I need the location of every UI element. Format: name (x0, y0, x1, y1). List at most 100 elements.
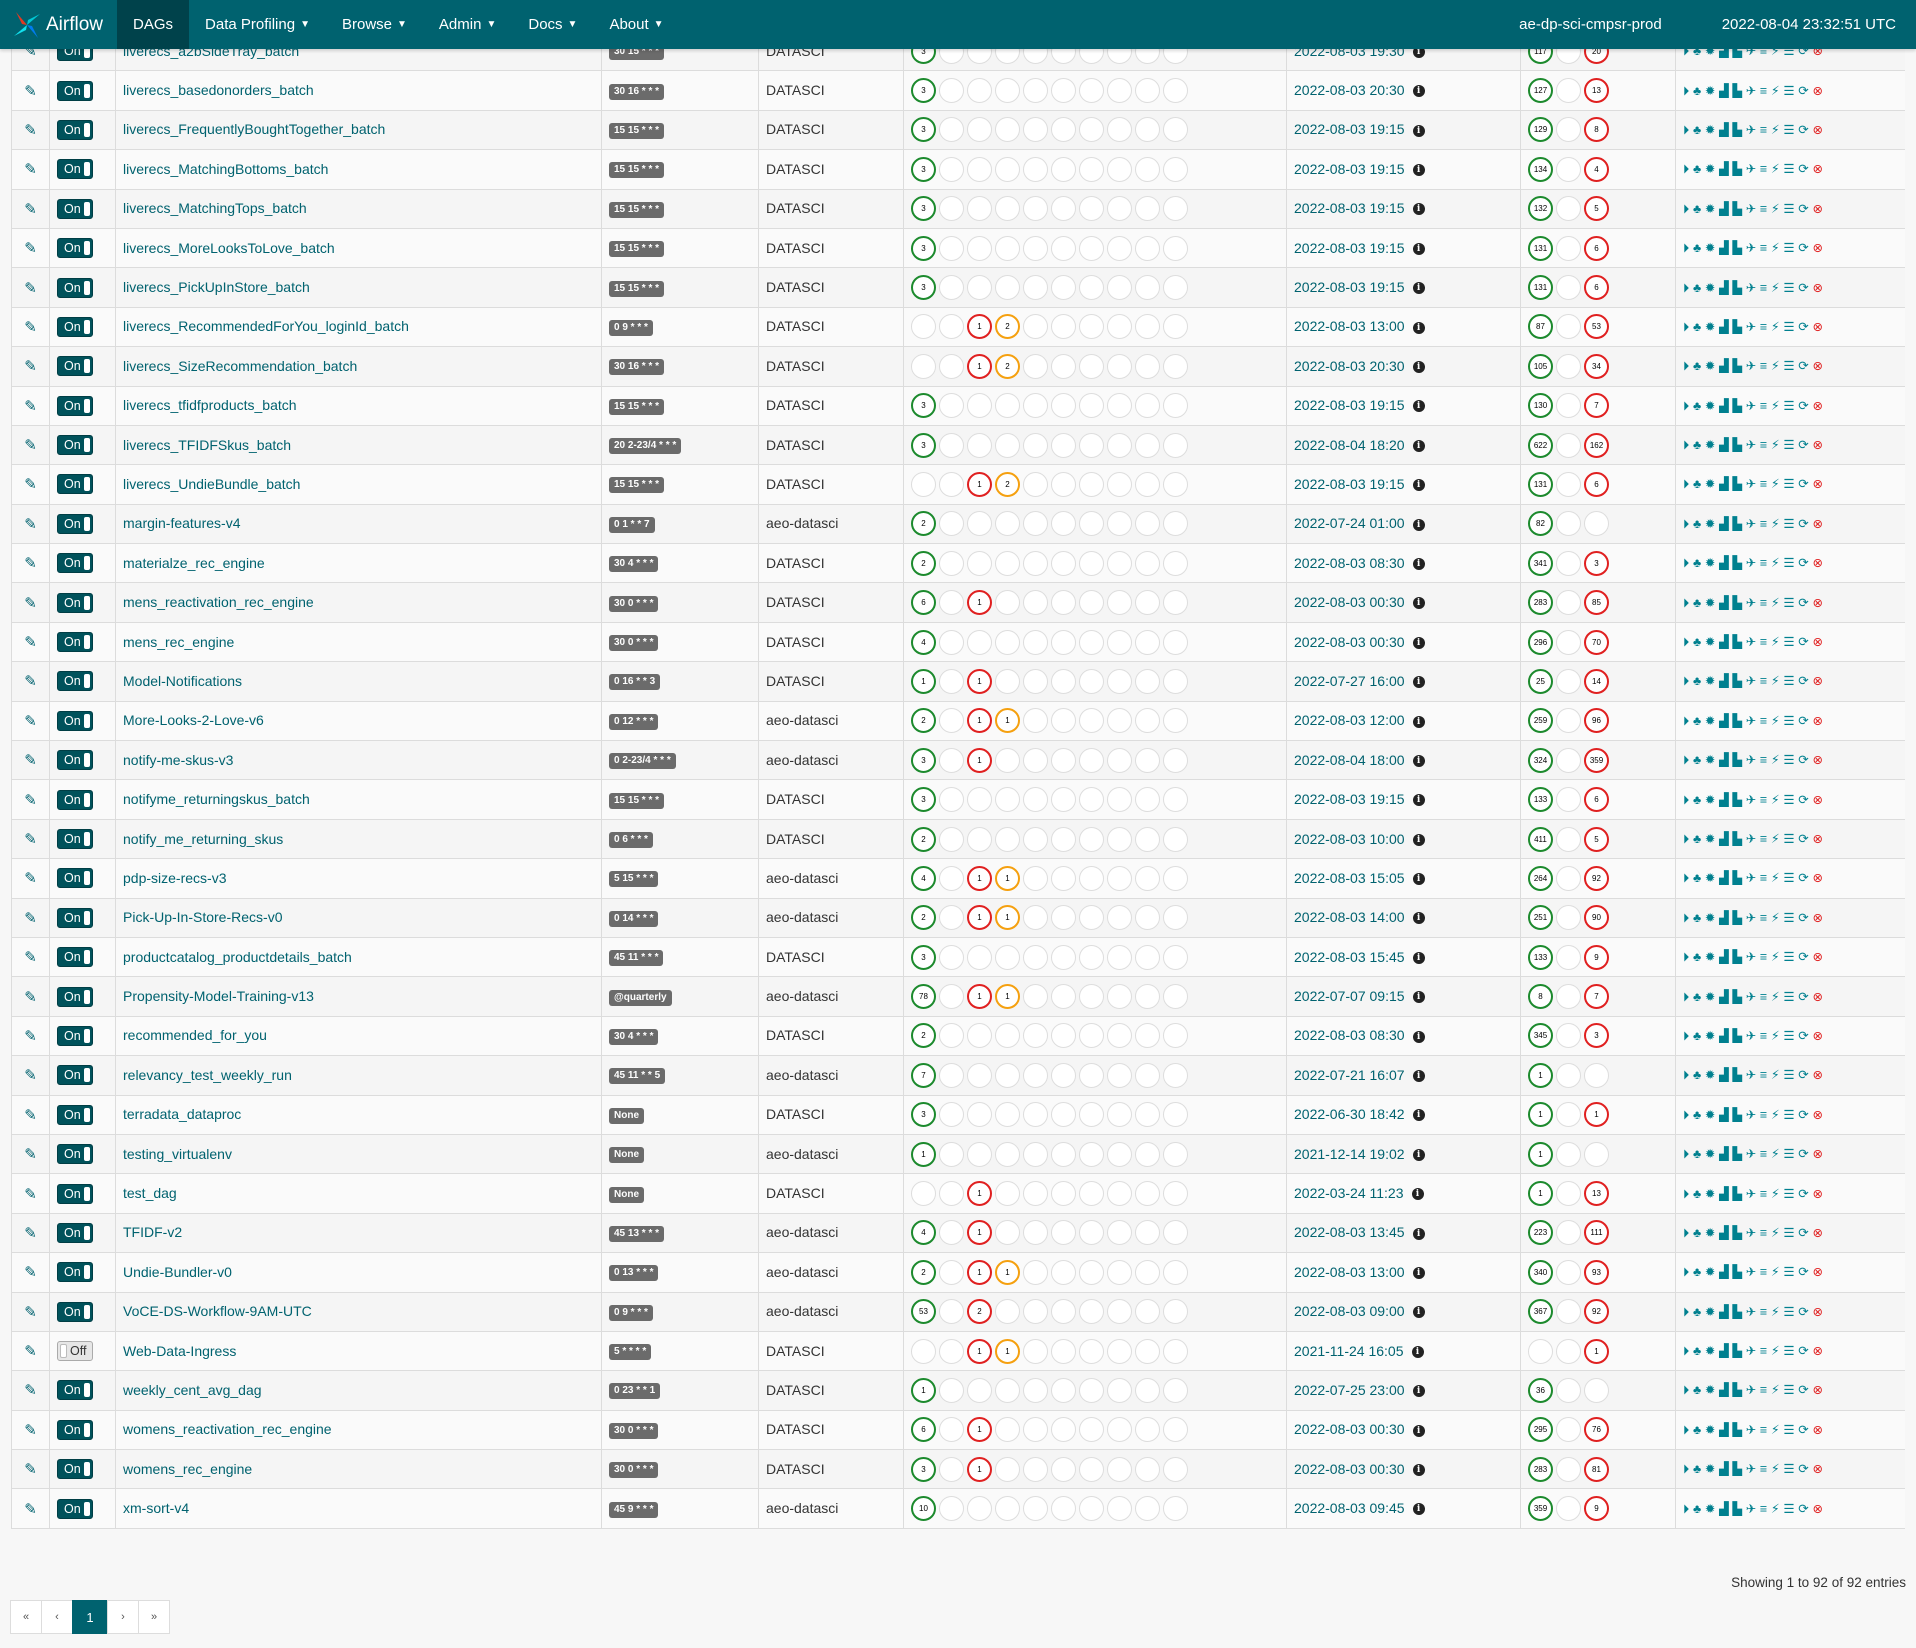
state-circle[interactable]: 162 (1584, 432, 1609, 458)
tree-view-icon[interactable]: ♣ (1693, 911, 1701, 925)
state-circle[interactable]: 3 (911, 393, 936, 419)
landing-times-icon[interactable]: ✈ (1746, 240, 1757, 255)
logs-icon[interactable]: ☰ (1783, 1501, 1794, 1516)
task-duration-icon[interactable]: ▟ (1719, 1067, 1729, 1082)
info-icon[interactable]: i (1412, 794, 1425, 807)
edit-dag-icon[interactable]: ✎ (24, 1066, 37, 1084)
task-duration-icon[interactable]: ▟ (1719, 713, 1729, 728)
info-icon[interactable]: i (1412, 85, 1425, 98)
gantt-icon[interactable]: ≡ (1760, 1187, 1768, 1201)
task-tries-icon[interactable]: ▙ (1732, 1028, 1742, 1043)
task-tries-icon[interactable]: ▙ (1732, 1422, 1742, 1437)
task-tries-icon[interactable]: ▙ (1732, 1343, 1742, 1358)
task-duration-icon[interactable]: ▟ (1719, 1146, 1729, 1161)
code-icon[interactable]: ⚡ (1771, 713, 1780, 728)
edit-dag-icon[interactable]: ✎ (24, 909, 37, 927)
dag-name-link[interactable]: pdp-size-recs-v3 (123, 870, 226, 886)
graph-view-icon[interactable]: ✹ (1705, 792, 1716, 807)
dag-pause-toggle[interactable]: On (57, 750, 93, 771)
task-tries-icon[interactable]: ▙ (1732, 122, 1742, 137)
logs-icon[interactable]: ☰ (1783, 83, 1794, 98)
trigger-dag-icon[interactable]: ⏵ (1683, 753, 1689, 768)
task-tries-icon[interactable]: ▙ (1732, 634, 1742, 649)
last-run-link[interactable]: 2022-03-24 11:23 (1294, 1185, 1404, 1201)
dag-name-link[interactable]: liverecs_PickUpInStore_batch (123, 279, 310, 295)
code-icon[interactable]: ⚡ (1771, 319, 1780, 334)
refresh-icon[interactable]: ⟳ (1798, 1422, 1809, 1437)
landing-times-icon[interactable]: ✈ (1746, 516, 1757, 531)
edit-dag-icon[interactable]: ✎ (24, 869, 37, 887)
refresh-icon[interactable]: ⟳ (1798, 437, 1809, 452)
gantt-icon[interactable]: ≡ (1760, 281, 1768, 295)
state-circle[interactable]: 3 (911, 944, 936, 970)
delete-dag-icon[interactable]: ⊗ (1812, 280, 1823, 295)
trigger-dag-icon[interactable]: ⏵ (1683, 1108, 1689, 1123)
state-circle[interactable]: 76 (1584, 1417, 1609, 1443)
logs-icon[interactable]: ☰ (1783, 1067, 1794, 1082)
refresh-icon[interactable]: ⟳ (1798, 83, 1809, 98)
refresh-icon[interactable]: ⟳ (1798, 910, 1809, 925)
edit-dag-icon[interactable]: ✎ (24, 239, 37, 257)
dag-pause-toggle[interactable]: On (57, 986, 93, 1007)
task-duration-icon[interactable]: ▟ (1719, 1501, 1729, 1516)
graph-view-icon[interactable]: ✹ (1705, 516, 1716, 531)
graph-view-icon[interactable]: ✹ (1705, 989, 1716, 1004)
info-icon[interactable]: i (1412, 715, 1425, 728)
edit-dag-icon[interactable]: ✎ (24, 1303, 37, 1321)
last-run-link[interactable]: 2022-08-03 10:00 (1294, 831, 1405, 847)
edit-dag-icon[interactable]: ✎ (24, 515, 37, 533)
trigger-dag-icon[interactable]: ⏵ (1683, 674, 1689, 689)
dag-name-link[interactable]: liverecs_MoreLooksToLove_batch (123, 240, 335, 256)
last-run-link[interactable]: 2022-08-03 08:30 (1294, 555, 1405, 571)
dag-pause-toggle[interactable]: On (57, 632, 93, 653)
dag-name-link[interactable]: testing_virtualenv (123, 1146, 232, 1162)
trigger-dag-icon[interactable]: ⏵ (1683, 359, 1689, 374)
edit-dag-icon[interactable]: ✎ (24, 1500, 37, 1518)
state-circle[interactable]: 295 (1528, 1417, 1553, 1443)
edit-dag-icon[interactable]: ✎ (24, 1185, 37, 1203)
task-tries-icon[interactable]: ▙ (1732, 595, 1742, 610)
last-run-link[interactable]: 2022-08-03 00:30 (1294, 634, 1405, 650)
delete-dag-icon[interactable]: ⊗ (1812, 1501, 1823, 1516)
trigger-dag-icon[interactable]: ⏵ (1683, 832, 1689, 847)
graph-view-icon[interactable]: ✹ (1705, 437, 1716, 452)
refresh-icon[interactable]: ⟳ (1798, 1146, 1809, 1161)
last-run-link[interactable]: 2022-08-03 00:30 (1294, 1421, 1405, 1437)
delete-dag-icon[interactable]: ⊗ (1812, 949, 1823, 964)
task-tries-icon[interactable]: ▙ (1732, 989, 1742, 1004)
refresh-icon[interactable]: ⟳ (1798, 752, 1809, 767)
edit-dag-icon[interactable]: ✎ (24, 633, 37, 651)
state-circle[interactable]: 133 (1528, 787, 1553, 813)
info-icon[interactable]: i (1412, 833, 1425, 846)
gantt-icon[interactable]: ≡ (1760, 950, 1768, 964)
last-run-link[interactable]: 2022-08-03 19:15 (1294, 240, 1405, 256)
state-circle[interactable]: 2 (911, 905, 936, 931)
logs-icon[interactable]: ☰ (1783, 1186, 1794, 1201)
info-icon[interactable]: i (1412, 991, 1425, 1004)
state-circle[interactable]: 340 (1528, 1259, 1553, 1285)
dag-pause-toggle[interactable]: On (57, 868, 93, 889)
graph-view-icon[interactable]: ✹ (1705, 673, 1716, 688)
dag-name-link[interactable]: liverecs_TFIDFSkus_batch (123, 437, 291, 453)
state-circle[interactable]: 264 (1528, 865, 1553, 891)
last-page-button[interactable]: » (138, 1600, 170, 1634)
state-circle[interactable]: 6 (911, 1417, 936, 1443)
tree-view-icon[interactable]: ♣ (1693, 753, 1701, 767)
edit-dag-icon[interactable]: ✎ (24, 1421, 37, 1439)
landing-times-icon[interactable]: ✈ (1746, 1501, 1757, 1516)
tree-view-icon[interactable]: ♣ (1693, 84, 1701, 98)
nav-item-browse[interactable]: Browse ▼ (326, 0, 423, 49)
state-circle[interactable]: 1 (967, 708, 992, 734)
refresh-icon[interactable]: ⟳ (1798, 1382, 1809, 1397)
gantt-icon[interactable]: ≡ (1760, 753, 1768, 767)
logs-icon[interactable]: ☰ (1783, 595, 1794, 610)
delete-dag-icon[interactable]: ⊗ (1812, 989, 1823, 1004)
last-run-link[interactable]: 2022-08-03 20:30 (1294, 82, 1405, 98)
state-circle[interactable]: 2 (911, 708, 936, 734)
dag-pause-toggle[interactable]: On (57, 316, 93, 337)
info-icon[interactable]: i (1412, 597, 1425, 610)
gantt-icon[interactable]: ≡ (1760, 714, 1768, 728)
edit-dag-icon[interactable]: ✎ (24, 988, 37, 1006)
tree-view-icon[interactable]: ♣ (1693, 1187, 1701, 1201)
state-circle[interactable]: 3 (911, 117, 936, 143)
